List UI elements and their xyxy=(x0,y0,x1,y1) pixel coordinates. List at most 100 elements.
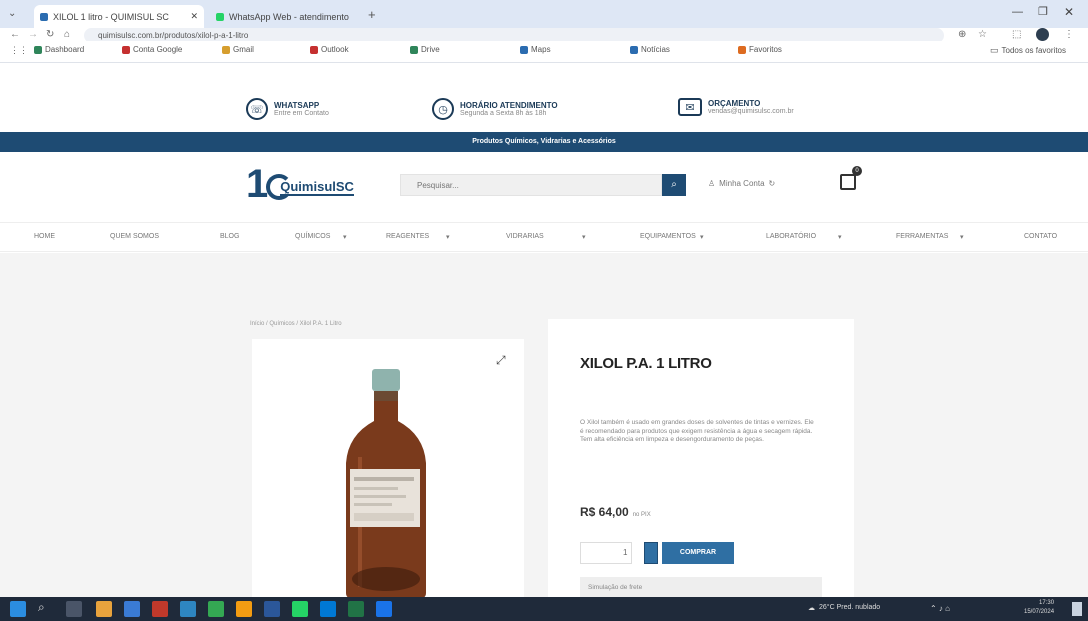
nav-materials[interactable]: FERRAMENTAS xyxy=(896,233,948,240)
chevron-down-icon: ▾ xyxy=(960,234,964,241)
whatsapp-subtitle: Entre em Contato xyxy=(274,110,329,117)
product-price: R$ 64,00 xyxy=(580,505,629,519)
nav-chemicals[interactable]: QUÍMICOS xyxy=(295,233,330,240)
all-bookmarks[interactable]: ▭ Todos os favoritos xyxy=(990,45,1066,56)
home-icon[interactable]: ⌂ xyxy=(64,29,70,40)
nav-laboratory[interactable]: LABORATÓRIO xyxy=(766,233,816,240)
quote-subtitle: vendas@quimisulsc.com.br xyxy=(708,108,794,115)
price-note: no PIX xyxy=(632,512,651,518)
tab-label: WhatsApp Web - atendimento xyxy=(229,11,349,22)
store-icon[interactable] xyxy=(124,601,140,617)
bookmark-item[interactable]: Dashboard xyxy=(34,45,84,54)
logo-text: QuimisulSC xyxy=(280,179,354,196)
user-icon: ♙ xyxy=(708,179,716,188)
zoom-icon[interactable]: ⊕ xyxy=(958,29,966,40)
product-image-panel: ⤢ xyxy=(252,339,524,599)
date-text: 15/07/2024 xyxy=(1024,609,1055,615)
quantity-input[interactable]: 1 xyxy=(580,542,632,564)
cart-button[interactable]: 0 xyxy=(838,166,862,192)
apps-icon[interactable]: ⋮⋮ xyxy=(10,45,28,56)
nav-home[interactable]: HOME xyxy=(34,233,55,240)
whatsapp-icon[interactable] xyxy=(292,601,308,617)
tab-search-icon[interactable]: ⌄ xyxy=(8,8,16,19)
refresh-icon: ↻ xyxy=(768,179,776,188)
search-input[interactable] xyxy=(401,175,661,196)
clock[interactable]: 17:30 15/07/2024 xyxy=(1024,599,1054,617)
excel-icon[interactable] xyxy=(348,601,364,617)
bookmark-item[interactable]: Gmail xyxy=(222,45,254,54)
app-icon[interactable] xyxy=(376,601,392,617)
search-icon: ⌕ xyxy=(671,179,677,190)
product-description: O Xilol também é usado em grandes doses … xyxy=(580,419,814,443)
new-tab-button[interactable]: + xyxy=(368,7,376,22)
nav-blog[interactable]: BLOG xyxy=(220,233,239,240)
outlook-icon[interactable] xyxy=(320,601,336,617)
site-logo[interactable]: 1 QuimisulSC xyxy=(246,164,354,204)
bookmark-item[interactable]: Notícias xyxy=(630,45,670,54)
site-header: 1 QuimisulSC ⌕ ♙ Minha Conta ↻ 0 xyxy=(0,152,1088,222)
nav-contact[interactable]: CONTATO xyxy=(1024,233,1057,240)
product-page: Início / Químicos / Xilol P.A. 1 Litro ⤢… xyxy=(0,253,1088,599)
cart-count-badge: 0 xyxy=(852,166,862,176)
chevron-down-icon: ▾ xyxy=(700,234,704,241)
weather-widget[interactable]: ☁ 26°C Pred. nublado xyxy=(808,604,880,612)
notification-icon[interactable] xyxy=(1072,602,1082,616)
minimize-icon[interactable]: — xyxy=(1012,6,1023,18)
search-button[interactable]: ⌕ xyxy=(662,174,686,196)
menu-icon[interactable]: ⋮ xyxy=(1064,29,1074,40)
bookmark-item[interactable]: Drive xyxy=(410,45,440,54)
close-tab-icon[interactable]: ✕ xyxy=(190,11,198,22)
chevron-down-icon: ▾ xyxy=(343,234,347,241)
bookmark-item[interactable]: Favoritos xyxy=(738,45,782,54)
promo-banner: Produtos Químicos, Vidrarias e Acessório… xyxy=(0,132,1088,152)
forward-icon[interactable]: → xyxy=(28,29,38,40)
address-text: quimisulsc.com.br/produtos/xilol-p-a-1-l… xyxy=(98,31,249,40)
nav-glassware[interactable]: VIDRARIAS xyxy=(506,233,544,240)
tab-label: XILOL 1 litro - QUIMISUL SC xyxy=(53,11,169,22)
app-icon[interactable] xyxy=(152,601,168,617)
word-icon[interactable] xyxy=(264,601,280,617)
bookmark-item[interactable]: Outlook xyxy=(310,45,349,54)
expand-icon[interactable]: ⤢ xyxy=(496,353,506,368)
quote-title: ORÇAMENTO xyxy=(708,99,761,108)
quantity-stepper[interactable] xyxy=(644,542,658,564)
file-explorer-icon[interactable] xyxy=(96,601,112,617)
account-link[interactable]: ♙ Minha Conta ↻ xyxy=(708,179,775,188)
hours-info: ◷ HORÁRIO ATENDIMENTO Segunda a Sexta 8h … xyxy=(432,98,558,120)
start-icon[interactable] xyxy=(10,601,26,617)
nav-equipment[interactable]: EQUIPAMENTOS xyxy=(640,233,696,240)
reload-icon[interactable]: ↻ xyxy=(46,29,54,40)
nav-reagents[interactable]: REAGENTES xyxy=(386,233,429,240)
star-icon[interactable]: ☆ xyxy=(978,29,987,40)
close-window-icon[interactable]: ✕ xyxy=(1064,5,1074,19)
bookmark-item[interactable]: Conta Google xyxy=(122,45,182,54)
task-view-icon[interactable] xyxy=(66,601,82,617)
bookmarks-bar: ⋮⋮ Dashboard Conta Google Gmail Outlook … xyxy=(0,41,1088,63)
maximize-icon[interactable]: ❐ xyxy=(1038,5,1048,18)
shipping-calculator[interactable]: Simulação de frete xyxy=(580,577,822,599)
info-bar: ☏ WHATSAPP Entre em Contato ◷ HORÁRIO ATE… xyxy=(0,96,1088,132)
tab-quimisul[interactable]: XILOL 1 litro - QUIMISUL SC ✕ xyxy=(34,5,204,28)
app-icon[interactable] xyxy=(236,601,252,617)
tab-whatsapp[interactable]: WhatsApp Web - atendimento xyxy=(210,5,360,28)
product-title: XILOL P.A. 1 LITRO xyxy=(580,355,712,372)
profile-avatar[interactable] xyxy=(1036,28,1049,41)
extensions-icon[interactable]: ⬚ xyxy=(1012,29,1021,40)
product-details-panel: XILOL P.A. 1 LITRO O Xilol também é usad… xyxy=(548,319,854,599)
favicon-icon xyxy=(216,12,224,21)
search-icon[interactable]: ⌕ xyxy=(38,600,45,615)
back-icon[interactable]: ← xyxy=(10,29,20,40)
envelope-icon: ✉ xyxy=(678,98,702,116)
whatsapp-contact[interactable]: ☏ WHATSAPP Entre em Contato xyxy=(246,98,329,120)
chrome-icon[interactable] xyxy=(208,601,224,617)
quote-contact[interactable]: ✉ ORÇAMENTO vendas@quimisulsc.com.br xyxy=(678,98,794,116)
search-box xyxy=(400,174,662,196)
buy-button[interactable]: COMPRAR xyxy=(662,542,734,564)
tray-icons[interactable]: ⌃ ♪ ⌂ xyxy=(930,604,950,613)
bookmark-item[interactable]: Maps xyxy=(520,45,551,54)
weather-text: 26°C Pred. nublado xyxy=(819,604,881,611)
nav-about[interactable]: QUEM SOMOS xyxy=(110,233,159,240)
favicon-icon xyxy=(40,12,48,21)
mail-icon[interactable] xyxy=(180,601,196,617)
hours-subtitle: Segunda a Sexta 8h às 18h xyxy=(460,110,547,117)
